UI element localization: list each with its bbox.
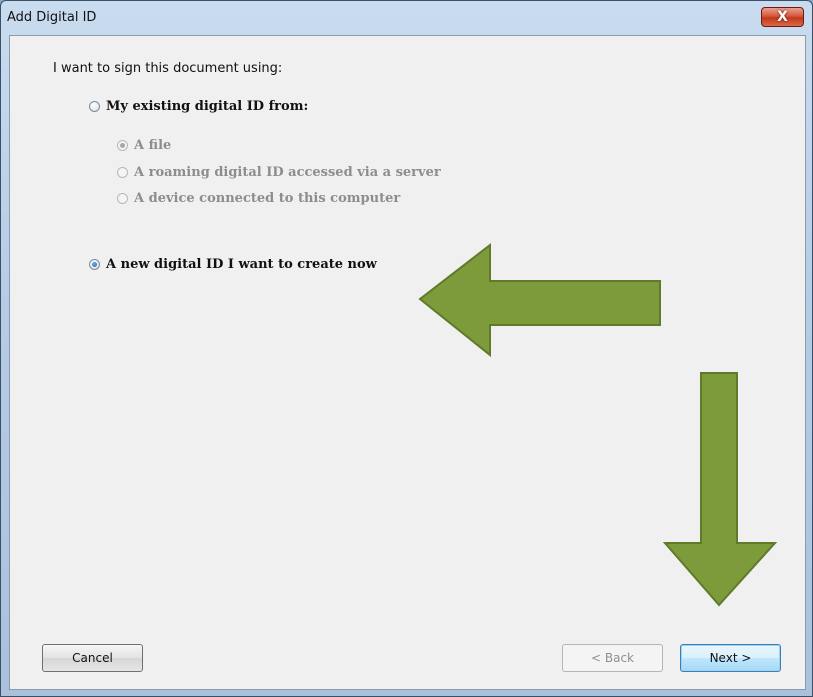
option-device: A device connected to this computer: [117, 191, 400, 206]
close-button[interactable]: X: [761, 7, 804, 27]
option-create-new-id-label: A new digital ID I want to create now: [106, 257, 377, 272]
title-bar: Add Digital ID X: [1, 1, 812, 35]
option-roaming-id-label: A roaming digital ID accessed via a serv…: [134, 165, 441, 180]
option-roaming-id: A roaming digital ID accessed via a serv…: [117, 165, 441, 180]
option-existing-id[interactable]: My existing digital ID from:: [89, 99, 308, 114]
add-digital-id-dialog: Add Digital ID X I want to sign this doc…: [0, 0, 813, 697]
option-a-file-label: A file: [134, 138, 172, 153]
option-create-new-id[interactable]: A new digital ID I want to create now: [89, 257, 377, 272]
cancel-button[interactable]: Cancel: [42, 644, 143, 672]
prompt-label: I want to sign this document using:: [53, 61, 283, 76]
left-arrow-annotation: [418, 242, 661, 358]
option-a-file: A file: [117, 138, 171, 153]
option-existing-id-label: My existing digital ID from:: [106, 99, 309, 114]
radio-device: [117, 193, 128, 204]
radio-existing-id[interactable]: [89, 101, 100, 112]
radio-create-new-id[interactable]: [89, 259, 100, 270]
next-button[interactable]: Next >: [680, 644, 781, 672]
option-device-label: A device connected to this computer: [134, 191, 401, 206]
close-icon: X: [777, 9, 788, 25]
down-arrow-shape: [663, 372, 778, 607]
down-arrow-annotation: [663, 372, 778, 607]
radio-roaming-id: [117, 167, 128, 178]
window-title: Add Digital ID: [7, 10, 97, 25]
back-button[interactable]: < Back: [562, 644, 663, 672]
left-arrow-shape: [418, 242, 661, 358]
radio-a-file: [117, 140, 128, 151]
